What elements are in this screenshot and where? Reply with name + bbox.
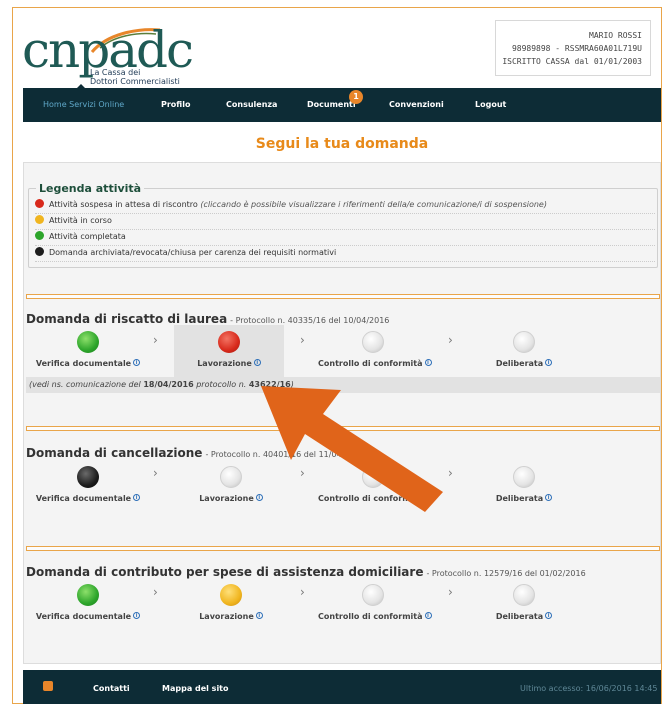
status-ball-suspended-icon[interactable]	[218, 331, 240, 353]
request-title: Domanda di contributo per spese di assis…	[26, 565, 586, 579]
step-deliberata[interactable]: Deliberata i	[469, 580, 579, 628]
chevron-right-icon: ›	[448, 585, 453, 599]
legend-row-completed: Attività completata	[35, 230, 655, 246]
user-info-box: MARIO ROSSI 98989898 - RSSMRA60A01L719U …	[495, 20, 651, 76]
section-separator	[26, 294, 660, 299]
nav-logout[interactable]: Logout	[475, 100, 506, 109]
black-dot-icon	[35, 247, 44, 256]
red-dot-icon	[35, 199, 44, 208]
step-verifica-documentale[interactable]: Verifica documentale i	[33, 327, 143, 375]
last-access: Ultimo accesso: 16/06/2016 14:45	[520, 684, 658, 693]
step-controllo-conformita[interactable]: Controllo di conformitài	[318, 327, 432, 375]
info-icon[interactable]: i	[545, 494, 553, 501]
status-ball-pending-icon	[513, 466, 535, 488]
step-deliberata[interactable]: Deliberata i	[469, 462, 579, 510]
legend-text: Attività completata	[49, 232, 126, 241]
footer-contatti-link[interactable]: Contatti	[93, 684, 130, 693]
legend-text: Attività in corso	[49, 216, 112, 225]
status-ball-pending-icon	[362, 584, 384, 606]
step-verifica-documentale[interactable]: Verifica documentale i	[33, 580, 143, 628]
status-ball-pending-icon	[362, 331, 384, 353]
info-icon[interactable]: i	[545, 359, 553, 366]
chevron-right-icon: ›	[448, 333, 453, 347]
info-icon[interactable]: i	[424, 612, 432, 619]
chevron-right-icon: ›	[300, 333, 305, 347]
request-name: Domanda di cancellazione	[26, 446, 203, 460]
step-deliberata[interactable]: Deliberata i	[469, 327, 579, 375]
step-label: Deliberata	[495, 359, 544, 368]
step-label: Verifica documentale	[35, 612, 132, 621]
chevron-right-icon: ›	[300, 585, 305, 599]
green-dot-icon	[35, 231, 44, 240]
status-ball-in-progress-icon	[220, 584, 242, 606]
info-icon[interactable]: i	[133, 494, 141, 501]
comm-date: 18/04/2016	[143, 380, 194, 389]
step-lavorazione[interactable]: Lavorazione i	[174, 325, 284, 377]
step-label: Deliberata	[495, 612, 544, 621]
step-controllo-conformita[interactable]: Controllo di conformitài	[318, 580, 432, 628]
step-label: Lavorazione	[199, 494, 254, 503]
section-separator	[26, 546, 660, 551]
step-label: Deliberata	[495, 494, 544, 503]
chevron-right-icon: ›	[153, 333, 158, 347]
comm-pre: (vedi ns. comunicazione del	[29, 380, 144, 389]
legend-note: (cliccando è possibile visualizzare i ri…	[200, 200, 547, 209]
step-label: Verifica documentale	[35, 494, 132, 503]
info-icon[interactable]: i	[133, 359, 141, 366]
step-label: Lavorazione	[197, 359, 252, 368]
request-protocol: - Protocollo n. 12579/16 del 01/02/2016	[426, 569, 586, 578]
status-ball-pending-icon	[513, 584, 535, 606]
page-title: Segui la tua domanda	[255, 136, 429, 152]
rss-icon[interactable]	[43, 681, 53, 691]
info-icon[interactable]: i	[545, 612, 553, 619]
step-verifica-documentale[interactable]: Verifica documentale i	[33, 462, 143, 510]
status-ball-archived-icon	[77, 466, 99, 488]
chevron-right-icon: ›	[153, 466, 158, 480]
request-protocol: - Protocollo n. 40335/16 del 10/04/2016	[230, 316, 390, 325]
nav-convenzioni[interactable]: Convenzioni	[389, 100, 444, 109]
nav-profilo[interactable]: Profilo	[161, 100, 190, 109]
info-icon[interactable]: i	[424, 359, 432, 366]
step-label: Controllo di conformità	[318, 359, 423, 368]
logo-subtitle-2: Dottori Commercialisti	[90, 77, 180, 86]
status-ball-completed-icon	[77, 584, 99, 606]
pointer-arrow-icon	[261, 386, 443, 512]
status-ball-pending-icon	[220, 466, 242, 488]
user-enrolled: ISCRITTO CASSA dal 01/01/2003	[502, 57, 642, 66]
legend-text: Domanda archiviata/revocata/chiusa per c…	[49, 248, 337, 257]
orange-dot-icon	[35, 215, 44, 224]
legend-row-archived: Domanda archiviata/revocata/chiusa per c…	[35, 246, 655, 262]
status-ball-completed-icon	[77, 331, 99, 353]
legend-row-suspended: Attività sospesa in attesa di riscontro …	[35, 198, 655, 214]
request-name: Domanda di riscatto di laurea	[26, 312, 228, 326]
nav-consulenza[interactable]: Consulenza	[226, 100, 277, 109]
legend-title: Legenda attività	[36, 182, 145, 195]
user-code: 98989898 - RSSMRA60A01L719U	[511, 44, 642, 53]
documenti-notification-badge[interactable]: 1	[349, 90, 363, 104]
comm-mid: protocollo n.	[193, 380, 249, 389]
step-lavorazione[interactable]: Lavorazione i	[176, 580, 286, 628]
step-label: Controllo di conformità	[318, 612, 423, 621]
footer-mappa-del-sito-link[interactable]: Mappa del sito	[162, 684, 229, 693]
logo-subtitle-1: La Cassa dei	[90, 68, 141, 77]
legend-text: Attività sospesa in attesa di riscontro	[49, 200, 198, 209]
request-title: Domanda di riscatto di laurea - Protocoll…	[26, 312, 389, 326]
info-icon[interactable]: i	[133, 612, 141, 619]
status-ball-pending-icon	[513, 331, 535, 353]
nav-documenti[interactable]: Documenti	[307, 100, 356, 109]
step-label: Verifica documentale	[35, 359, 132, 368]
nav-home-servizi-online[interactable]: Home Servizi Online	[43, 100, 124, 109]
step-label: Lavorazione	[199, 612, 254, 621]
cnpadc-logo[interactable]: cnpadc La Cassa dei Dottori Commercialis…	[22, 20, 194, 88]
legend-row-in-progress: Attività in corso	[35, 214, 655, 230]
chevron-right-icon: ›	[153, 585, 158, 599]
info-icon[interactable]: i	[253, 359, 261, 366]
user-name: MARIO ROSSI	[589, 31, 642, 40]
request-name: Domanda di contributo per spese di assis…	[26, 565, 424, 579]
info-icon[interactable]: i	[255, 612, 263, 619]
